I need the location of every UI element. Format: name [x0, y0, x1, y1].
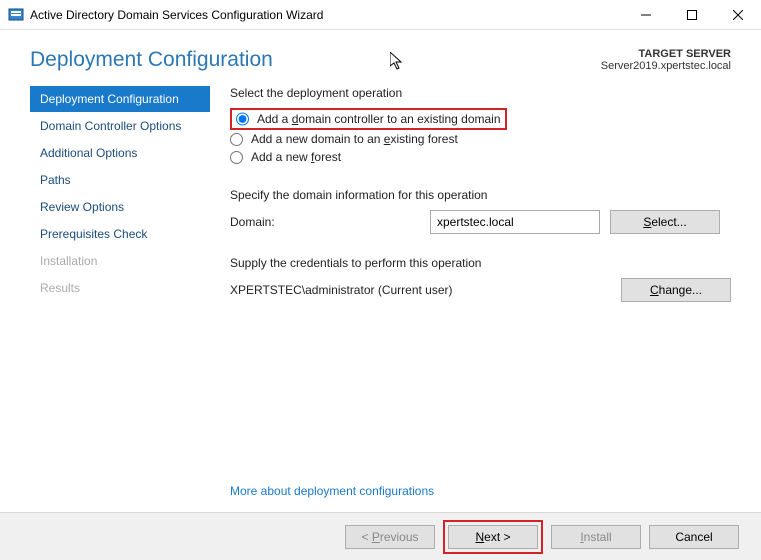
window-controls: [623, 0, 761, 30]
window-title: Active Directory Domain Services Configu…: [30, 8, 623, 22]
credentials-value: XPERTSTEC\administrator (Current user): [230, 283, 611, 297]
change-credentials-button[interactable]: Change...: [621, 278, 731, 302]
target-server-value: Server2019.xpertstec.local: [601, 60, 731, 72]
select-operation-label: Select the deployment operation: [230, 86, 731, 100]
radio-add-domain[interactable]: [230, 133, 243, 146]
radio-new-forest-label[interactable]: Add a new forest: [251, 150, 341, 164]
domain-row: Domain: Select...: [230, 210, 731, 234]
previous-button[interactable]: < Previous: [345, 525, 435, 549]
wizard-body: Deployment ConfigurationDomain Controlle…: [0, 86, 761, 310]
cancel-button[interactable]: Cancel: [649, 525, 739, 549]
sidebar-step-7: Results: [30, 275, 210, 301]
minimize-button[interactable]: [623, 0, 669, 30]
domain-field-label: Domain:: [230, 215, 430, 229]
credentials-label: Supply the credentials to perform this o…: [230, 256, 731, 270]
sidebar-step-1[interactable]: Domain Controller Options: [30, 113, 210, 139]
titlebar: Active Directory Domain Services Configu…: [0, 0, 761, 30]
wizard-footer: < Previous Next > Install Cancel: [0, 512, 761, 560]
highlighted-radio-add-dc: Add a domain controller to an existing d…: [230, 108, 507, 130]
credentials-row: XPERTSTEC\administrator (Current user) C…: [230, 278, 731, 302]
sidebar-step-4[interactable]: Review Options: [30, 194, 210, 220]
sidebar-step-0[interactable]: Deployment Configuration: [30, 86, 210, 112]
wizard-steps-sidebar: Deployment ConfigurationDomain Controlle…: [30, 86, 210, 310]
highlighted-next: Next >: [443, 520, 543, 554]
radio-add-dc[interactable]: [236, 112, 249, 126]
deployment-operation-radio-group: Add a domain controller to an existing d…: [230, 108, 731, 166]
sidebar-step-3[interactable]: Paths: [30, 167, 210, 193]
select-domain-button[interactable]: Select...: [610, 210, 720, 234]
domain-input[interactable]: [430, 210, 600, 234]
sidebar-step-2[interactable]: Additional Options: [30, 140, 210, 166]
page-title: Deployment Configuration: [30, 48, 273, 72]
specify-domain-label: Specify the domain information for this …: [230, 188, 731, 202]
wizard-header: Deployment Configuration TARGET SERVER S…: [0, 30, 761, 86]
app-icon: [8, 7, 24, 23]
maximize-button[interactable]: [669, 0, 715, 30]
close-button[interactable]: [715, 0, 761, 30]
sidebar-step-6: Installation: [30, 248, 210, 274]
next-button[interactable]: Next >: [448, 525, 538, 549]
radio-new-forest[interactable]: [230, 151, 243, 164]
sidebar-step-5[interactable]: Prerequisites Check: [30, 221, 210, 247]
target-server-label: TARGET SERVER: [601, 48, 731, 60]
more-info-link[interactable]: More about deployment configurations: [0, 484, 464, 498]
target-server-block: TARGET SERVER Server2019.xpertstec.local: [601, 48, 731, 72]
radio-add-dc-label[interactable]: Add a domain controller to an existing d…: [257, 112, 501, 126]
wizard-content: Select the deployment operation Add a do…: [210, 86, 731, 310]
install-button[interactable]: Install: [551, 525, 641, 549]
radio-add-domain-label[interactable]: Add a new domain to an existing forest: [251, 132, 458, 146]
